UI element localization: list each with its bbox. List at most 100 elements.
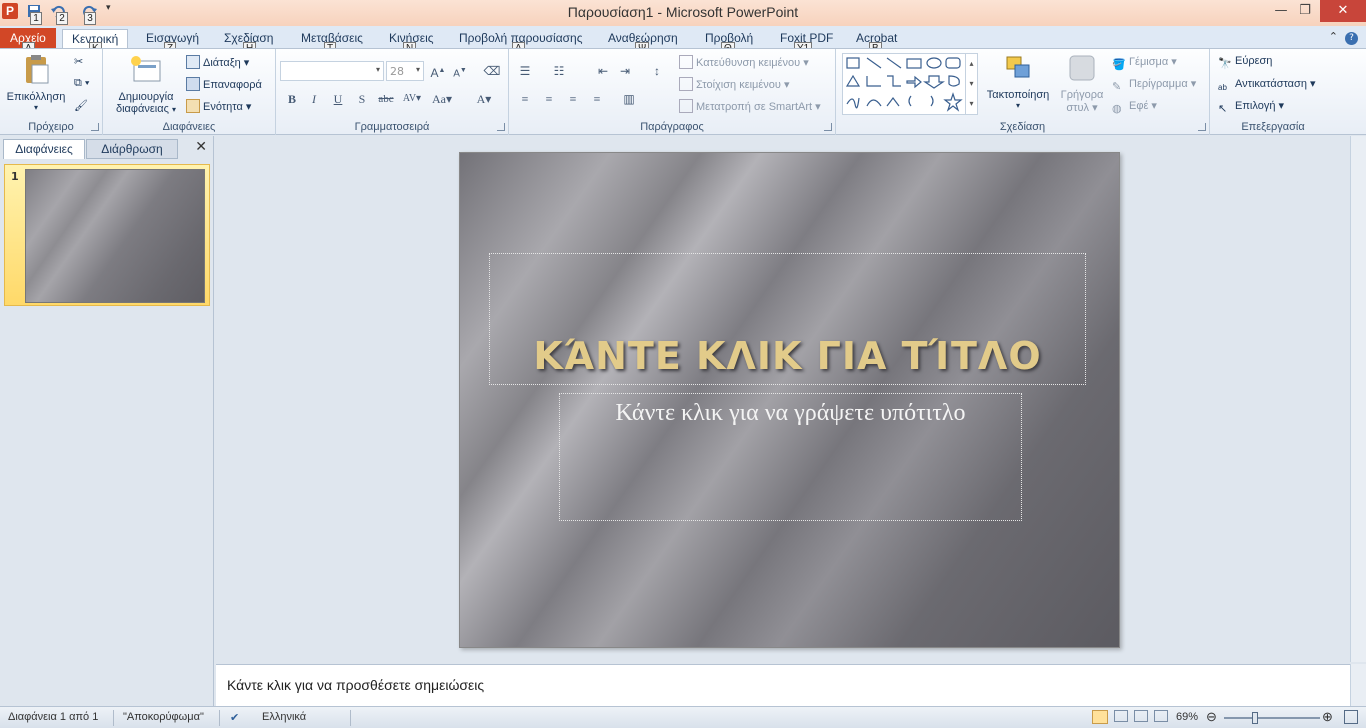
shadow-icon[interactable]: S — [352, 89, 372, 109]
replace-icon: ab — [1218, 83, 1227, 92]
title-placeholder[interactable]: ΚΆΝΤΕ ΚΛΙΚ ΓΙΑ ΤΊΤΛΟ — [489, 253, 1086, 385]
slide-sorter-icon[interactable] — [1114, 710, 1128, 725]
fill-icon: 🪣 — [1112, 59, 1126, 71]
font-launcher-icon[interactable] — [497, 123, 505, 131]
font-color-icon[interactable]: A▾ — [474, 89, 494, 109]
justify-icon[interactable]: ≡ — [587, 89, 607, 109]
char-spacing-icon[interactable]: AV▾ — [402, 89, 422, 109]
slide-subtitle: Κάντε κλικ για να γράψετε υπότιτλο — [615, 400, 966, 426]
arrange-icon — [1006, 56, 1030, 78]
strikethrough-icon[interactable]: abc — [376, 89, 396, 109]
smartart-button[interactable]: Μετατροπή σε SmartArt ▾ — [679, 99, 821, 113]
outline-icon: ✎ — [1112, 81, 1122, 93]
tab-slides-pane[interactable]: Διαφάνειες — [3, 139, 85, 159]
new-slide-label-1: Δημιουργία — [118, 91, 174, 103]
text-direction-button[interactable]: Κατεύθυνση κειμένου ▾ — [679, 55, 809, 69]
fill-label: Γέμισμα — [1129, 56, 1169, 68]
reading-view-icon[interactable] — [1134, 710, 1148, 725]
theme-name-status[interactable]: "Αποκορύφωμα" — [123, 711, 204, 723]
vertical-scrollbar[interactable] — [1350, 136, 1366, 662]
section-button[interactable]: Ενότητα ▾ — [186, 99, 251, 113]
quick-styles-button[interactable]: Γρήγορα στυλ ▾ — [1056, 53, 1108, 114]
close-pane-icon[interactable]: ✕ — [195, 139, 207, 155]
replace-label: Αντικατάσταση — [1235, 78, 1307, 90]
zoom-slider[interactable] — [1224, 717, 1320, 719]
find-button[interactable]: 🔭 Εύρεση — [1218, 55, 1272, 71]
increase-indent-icon[interactable]: ⇥ — [615, 61, 635, 81]
restore-button[interactable]: ❐ — [1290, 0, 1320, 22]
slide-thumbnail-selected[interactable]: 1 — [4, 164, 210, 306]
new-slide-button[interactable]: Δημιουργία διαφάνειας ▾ — [111, 55, 181, 115]
effects-label: Εφέ — [1129, 100, 1149, 112]
align-center-icon[interactable]: ≡ — [539, 89, 559, 109]
align-left-icon[interactable]: ≡ — [515, 89, 535, 109]
font-group-label: Γραμματοσειρά — [354, 121, 430, 133]
shape-effects-button[interactable]: ◍ Εφέ ▾ — [1112, 99, 1157, 116]
effects-icon: ◍ — [1112, 103, 1122, 115]
layout-button[interactable]: Διάταξη ▾ — [186, 55, 249, 69]
notes-scrollbar[interactable] — [1350, 664, 1366, 706]
font-size-combo[interactable]: 28 ▾ — [386, 61, 424, 81]
underline-icon[interactable]: U — [328, 89, 348, 109]
paste-button[interactable]: Επικόλληση ▾ — [6, 53, 66, 112]
clipboard-group: Επικόλληση ▾ ✂ ⧉ ▾ 🖌 Πρόχειρο — [0, 49, 103, 135]
slideshow-icon[interactable] — [1154, 710, 1168, 725]
help-icon[interactable]: ? — [1345, 32, 1358, 45]
shapes-gallery-icons — [845, 57, 963, 112]
slides-group: Δημιουργία διαφάνειας ▾ Διάταξη ▾ Επαναφ… — [103, 49, 276, 135]
paragraph-group: ☰ ☷ ⇤ ⇥ ↕ ≡ ≡ ≡ ≡ ▥ Κατεύθυνση κειμένου … — [509, 49, 836, 135]
zoom-level[interactable]: 69% — [1176, 711, 1198, 723]
paragraph-launcher-icon[interactable] — [824, 123, 832, 131]
bullets-icon[interactable]: ☰ — [515, 61, 535, 81]
smartart-icon — [679, 99, 693, 113]
normal-view-icon[interactable] — [1092, 710, 1108, 727]
select-button[interactable]: ↖ Επιλογή ▾ — [1218, 99, 1284, 116]
ribbon-tabs: Αρχείο Κεντρική Εισαγωγή Σχεδίαση Μεταβά… — [0, 26, 1366, 55]
new-slide-icon — [131, 56, 161, 82]
spelling-check-icon[interactable]: ✔ — [230, 711, 239, 724]
slide-thumbnail[interactable] — [25, 169, 205, 303]
decrease-indent-icon[interactable]: ⇤ — [593, 61, 613, 81]
notes-placeholder: Κάντε κλικ για να προσθέσετε σημειώσεις — [227, 677, 485, 693]
fit-to-window-icon[interactable] — [1344, 710, 1358, 727]
quick-styles-label-1: Γρήγορα — [1060, 89, 1104, 101]
bold-icon[interactable]: B — [282, 89, 302, 109]
zoom-slider-thumb[interactable] — [1252, 712, 1258, 724]
columns-icon[interactable]: ▥ — [619, 89, 639, 109]
italic-icon[interactable]: I — [304, 89, 324, 109]
clipboard-launcher-icon[interactable] — [91, 123, 99, 131]
shape-fill-button[interactable]: 🪣 Γέμισμα ▾ — [1112, 55, 1177, 72]
language-status[interactable]: Ελληνικά — [262, 711, 306, 723]
change-case-icon[interactable]: Aa▾ — [432, 89, 452, 109]
align-text-button[interactable]: Στοίχιση κειμένου ▾ — [679, 77, 790, 91]
close-button[interactable]: ✕ — [1320, 0, 1366, 22]
shapes-gallery[interactable]: ▴ ▾ ▾ — [842, 53, 978, 115]
font-name-combo[interactable]: ▾ — [280, 61, 384, 81]
clear-formatting-icon[interactable]: ⌫ — [482, 61, 502, 81]
outline-label: Περίγραμμα — [1129, 78, 1188, 90]
reset-icon — [186, 77, 200, 91]
editing-group-label: Επεξεργασία — [1241, 121, 1305, 133]
align-right-icon[interactable]: ≡ — [563, 89, 583, 109]
slide-canvas[interactable]: ΚΆΝΤΕ ΚΛΙΚ ΓΙΑ ΤΊΤΛΟ Κάντε κλικ για να γ… — [459, 152, 1120, 648]
grow-font-icon[interactable]: A▲ — [428, 61, 448, 81]
reset-button[interactable]: Επαναφορά — [186, 77, 262, 91]
cut-icon[interactable]: ✂ — [74, 55, 83, 68]
arrange-button[interactable]: Τακτοποίηση ▾ — [984, 53, 1052, 110]
layout-icon — [186, 55, 200, 69]
copy-icon[interactable]: ⧉ ▾ — [74, 77, 90, 90]
subtitle-placeholder[interactable]: Κάντε κλικ για να γράψετε υπότιτλο — [559, 393, 1022, 521]
zoom-in-icon[interactable]: ⊕ — [1322, 709, 1333, 725]
quick-styles-label-2: στυλ — [1066, 102, 1090, 114]
shape-outline-button[interactable]: ✎ Περίγραμμα ▾ — [1112, 77, 1196, 94]
replace-button[interactable]: ab Αντικατάσταση ▾ — [1218, 77, 1316, 97]
notes-pane[interactable]: Κάντε κλικ για να προσθέσετε σημειώσεις — [216, 664, 1350, 706]
tab-outline-pane[interactable]: Διάρθρωση — [86, 139, 178, 159]
numbering-icon[interactable]: ☷ — [549, 61, 569, 81]
format-painter-icon[interactable]: 🖌 — [74, 99, 88, 112]
shrink-font-icon[interactable]: A▼ — [450, 61, 470, 81]
drawing-launcher-icon[interactable] — [1198, 123, 1206, 131]
zoom-out-icon[interactable]: ⊖ — [1206, 709, 1217, 725]
line-spacing-icon[interactable]: ↕ — [647, 61, 667, 81]
ribbon-minimize-icon[interactable]: ⌃ ? — [1329, 30, 1358, 45]
